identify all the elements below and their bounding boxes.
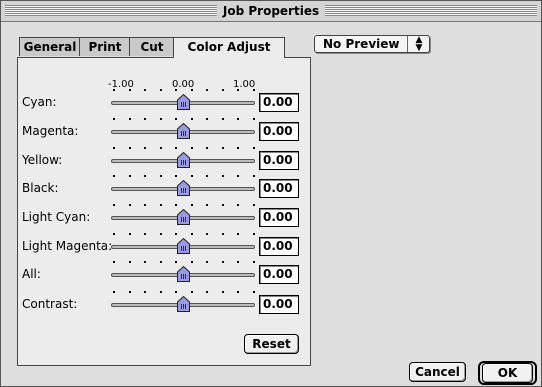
tab-print[interactable]: Print: [79, 37, 131, 56]
row-label: Yellow:: [22, 153, 63, 167]
cancel-button[interactable]: Cancel: [409, 362, 466, 382]
ok-button[interactable]: OK: [482, 363, 533, 383]
slider-thumb[interactable]: [176, 238, 190, 254]
tab-color-adjust[interactable]: Color Adjust: [173, 37, 285, 58]
slider-thumb[interactable]: [176, 209, 190, 225]
row-label: Light Magenta:: [22, 239, 113, 253]
row-label: Contrast:: [22, 297, 78, 311]
title-bar[interactable]: Job Properties: [1, 1, 541, 22]
up-down-arrows-icon: ▲ ▼: [415, 35, 423, 53]
slider-tick-marks: [113, 118, 255, 122]
value-field[interactable]: 0.00: [259, 265, 299, 284]
job-properties-window: Job Properties General Print Cut Color A…: [0, 0, 542, 387]
row-label: All:: [22, 267, 41, 281]
value-field[interactable]: 0.00: [259, 93, 299, 112]
slider-thumb[interactable]: [176, 180, 190, 196]
slider-tick-marks: [113, 147, 255, 151]
window-title: Job Properties: [216, 3, 326, 19]
row-label: Cyan:: [22, 95, 57, 109]
slider-thumb[interactable]: [176, 94, 190, 110]
slider-tick-marks: [113, 204, 255, 208]
value-field[interactable]: 0.00: [259, 151, 299, 170]
row-label: Magenta:: [22, 124, 79, 138]
value-field[interactable]: 0.00: [259, 295, 299, 314]
value-field[interactable]: 0.00: [259, 179, 299, 198]
tab-cut[interactable]: Cut: [129, 37, 175, 56]
value-field[interactable]: 0.00: [259, 122, 299, 141]
slider-tick-marks: [113, 89, 255, 93]
slider-tick-marks: [113, 291, 255, 295]
slider-thumb[interactable]: [176, 296, 190, 312]
preview-select-divider: [407, 36, 408, 52]
row-label: Black:: [22, 181, 59, 195]
value-field[interactable]: 0.00: [259, 237, 299, 256]
reset-button[interactable]: Reset: [244, 334, 299, 354]
slider-tick-marks: [113, 175, 255, 179]
slider-thumb[interactable]: [176, 266, 190, 282]
slider-thumb[interactable]: [176, 152, 190, 168]
row-label: Light Cyan:: [22, 210, 91, 224]
value-field[interactable]: 0.00: [259, 208, 299, 227]
slider-tick-marks: [113, 261, 255, 265]
tab-general[interactable]: General: [19, 37, 81, 56]
preview-select[interactable]: No Preview ▲ ▼: [314, 35, 430, 53]
preview-select-value: No Preview: [323, 37, 400, 51]
slider-thumb[interactable]: [176, 123, 190, 139]
slider-tick-marks: [113, 233, 255, 237]
